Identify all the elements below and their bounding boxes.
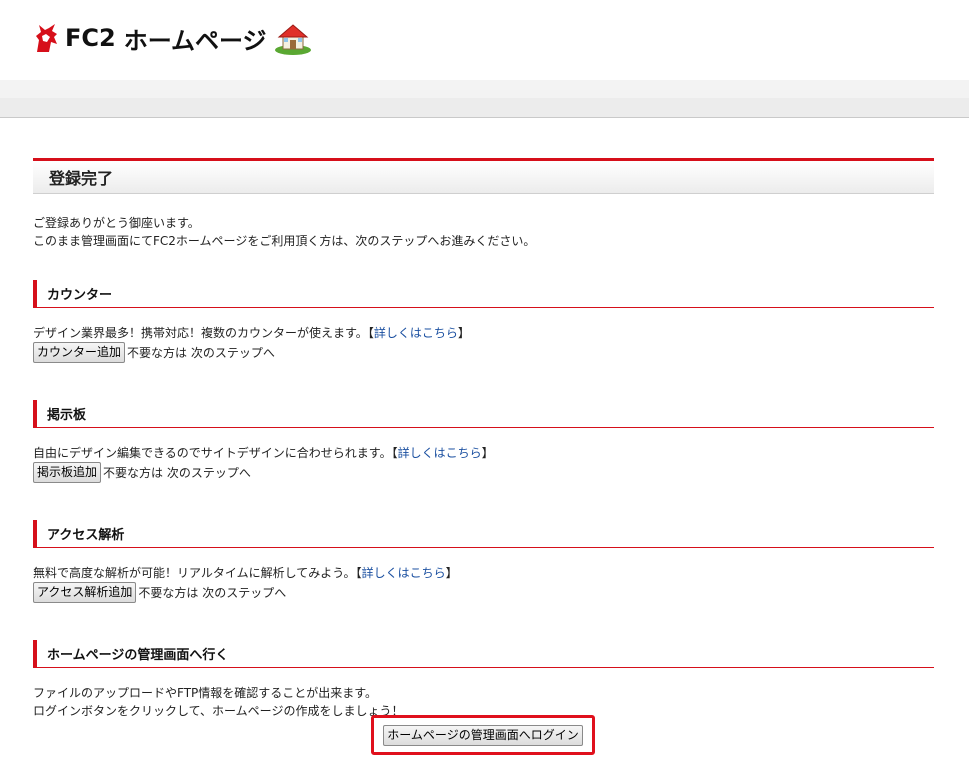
intro-line-2: このまま管理画面にてFC2ホームページをご利用頂く方は、次のステップへお進みくだ… [33, 234, 536, 248]
board-link-close: 】 [481, 446, 494, 460]
add-counter-button[interactable]: カウンター追加 [33, 342, 126, 363]
board-actions: 掲示板追加 不要な方は 次のステップへ [33, 462, 934, 483]
fc2-homepage-logo[interactable]: FC2 ホームページ [33, 20, 313, 56]
counter-description: デザイン業界最多！携帯対応！複数のカウンターが使えます。【詳しくはこちら】 [33, 324, 934, 342]
board-heading: 掲示板 [33, 400, 934, 428]
access-desc-text: 無料で高度な解析が可能！リアルタイムに解析してみよう。 [33, 566, 356, 580]
counter-link-close: 】 [457, 326, 470, 340]
counter-actions: カウンター追加 不要な方は 次のステップへ [33, 342, 934, 363]
admin-heading-text: ホームページの管理画面へ行く [47, 648, 229, 663]
house-icon [274, 24, 311, 55]
logo-fc2-text: FC2 [65, 24, 116, 52]
add-access-analytics-button[interactable]: アクセス解析追加 [33, 582, 137, 603]
admin-desc-line-1: ファイルのアップロードやFTP情報を確認することが出来ます。 [33, 686, 378, 700]
counter-skip-text: 不要な方は 次のステップへ [127, 346, 275, 360]
access-skip-text: 不要な方は 次のステップへ [138, 586, 287, 600]
access-details-link[interactable]: 詳しくはこちら [362, 566, 446, 580]
board-details-link[interactable]: 詳しくはこちら [398, 446, 482, 460]
board-heading-text: 掲示板 [47, 408, 87, 423]
admin-heading: ホームページの管理画面へ行く [33, 640, 934, 668]
main-content: 登録完了 ご登録ありがとう御座います。 このまま管理画面にてFC2ホームページを… [33, 158, 934, 250]
counter-heading-text: カウンター [47, 288, 113, 303]
board-section: 掲示板 自由にデザイン編集できるのでサイトデザインに合わせられます。【詳しくはこ… [33, 400, 934, 483]
board-skip-text: 不要な方は 次のステップへ [103, 466, 251, 480]
logo-homepage-text: ホームページ [123, 26, 267, 55]
admin-login-button[interactable]: ホームページの管理画面へログイン [383, 724, 583, 746]
access-actions: アクセス解析追加 不要な方は 次のステップへ [33, 582, 934, 603]
page-title-text: 登録完了 [49, 169, 114, 188]
add-board-button[interactable]: 掲示板追加 [33, 462, 102, 483]
board-description: 自由にデザイン編集できるのでサイトデザインに合わせられます。【詳しくはこちら】 [33, 444, 934, 462]
counter-details-link[interactable]: 詳しくはこちら [374, 326, 458, 340]
fc2-unicorn-icon [36, 24, 57, 52]
access-description: 無料で高度な解析が可能！リアルタイムに解析してみよう。【詳しくはこちら】 [33, 564, 934, 582]
counter-desc-text: デザイン業界最多！携帯対応！複数のカウンターが使えます。 [33, 326, 368, 340]
access-heading-text: アクセス解析 [47, 528, 125, 543]
intro-text: ご登録ありがとう御座います。 このまま管理画面にてFC2ホームページをご利用頂く… [33, 214, 934, 250]
access-link-close: 】 [445, 566, 458, 580]
counter-section: カウンター デザイン業界最多！携帯対応！複数のカウンターが使えます。【詳しくはこ… [33, 280, 934, 363]
counter-heading: カウンター [33, 280, 934, 308]
access-section: アクセス解析 無料で高度な解析が可能！リアルタイムに解析してみよう。【詳しくはこ… [33, 520, 934, 603]
intro-line-1: ご登録ありがとう御座います。 [33, 216, 200, 230]
site-header: FC2 ホームページ [0, 0, 969, 80]
page-title: 登録完了 [33, 158, 934, 194]
access-heading: アクセス解析 [33, 520, 934, 548]
header-band-inner [0, 98, 969, 117]
board-desc-text: 自由にデザイン編集できるのでサイトデザインに合わせられます。 [33, 446, 392, 460]
header-band [0, 80, 969, 118]
login-highlight-box: ホームページの管理画面へログイン [371, 715, 595, 755]
admin-section: ホームページの管理画面へ行く ファイルのアップロードやFTP情報を確認することが… [33, 640, 934, 720]
